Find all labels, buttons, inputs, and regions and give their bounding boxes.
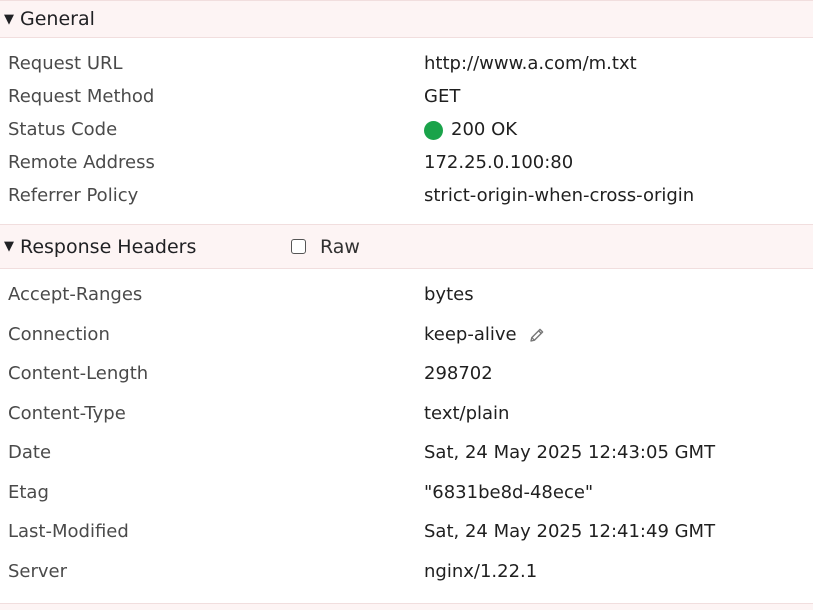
status-code-value: 200 OK (451, 119, 518, 140)
general-row-request-method: Request Method GET (0, 85, 813, 109)
row-value: 172.25.0.100:80 (424, 151, 573, 175)
remote-address-value: 172.25.0.100:80 (424, 152, 574, 173)
date-value: Sat, 24 May 2025 12:43:05 GMT (424, 442, 716, 463)
response-row-content-type: Content-Type text/plain (0, 402, 813, 426)
accept-ranges-value: bytes (424, 284, 474, 305)
row-value: GET (424, 85, 460, 109)
content-type-value: text/plain (424, 403, 510, 424)
referrer-policy-value: strict-origin-when-cross-origin (424, 185, 695, 206)
content-length-value: 298702 (424, 363, 493, 384)
request-method-value: GET (424, 86, 461, 107)
row-key: Server (8, 561, 68, 582)
response-headers-section-header[interactable]: ▼ Response Headers Raw (0, 224, 813, 269)
row-value: "6831be8d-48ece" (424, 481, 593, 505)
request-url-value: http://www.a.com/m.txt (424, 53, 637, 74)
row-key: Referrer Policy (8, 185, 139, 206)
response-row-last-modified: Last-Modified Sat, 24 May 2025 12:41:49 … (0, 520, 813, 544)
general-section-header[interactable]: ▼ General (0, 0, 813, 38)
triangle-down-icon: ▼ (4, 11, 14, 27)
row-key: Etag (8, 482, 49, 503)
row-value: 298702 (424, 362, 493, 386)
row-value: Sat, 24 May 2025 12:43:05 GMT (424, 441, 715, 465)
response-row-etag: Etag "6831be8d-48ece" (0, 481, 813, 505)
general-row-request-url: Request URL http://www.a.com/m.txt (0, 52, 813, 76)
row-key: Connection (8, 324, 110, 345)
row-key: Accept-Ranges (8, 284, 143, 305)
row-value: 200 OK (424, 118, 517, 142)
row-key: Remote Address (8, 152, 155, 173)
raw-checkbox[interactable] (291, 239, 306, 254)
etag-value: "6831be8d-48ece" (424, 482, 594, 503)
row-key: Last-Modified (8, 521, 129, 542)
row-value: text/plain (424, 402, 509, 426)
row-key: Date (8, 442, 52, 463)
pencil-icon[interactable] (527, 325, 547, 345)
row-value: http://www.a.com/m.txt (424, 52, 637, 76)
general-row-status-code: Status Code 200 OK (0, 118, 813, 142)
response-row-content-length: Content-Length 298702 (0, 362, 813, 386)
server-value: nginx/1.22.1 (424, 561, 538, 582)
row-key: Content-Type (8, 403, 126, 424)
row-key: Content-Length (8, 363, 149, 384)
row-value: Sat, 24 May 2025 12:41:49 GMT (424, 520, 715, 544)
row-value: strict-origin-when-cross-origin (424, 184, 694, 208)
response-row-date: Date Sat, 24 May 2025 12:43:05 GMT (0, 441, 813, 465)
triangle-down-icon: ▼ (4, 239, 14, 254)
row-key: Request URL (8, 53, 123, 74)
general-row-remote-address: Remote Address 172.25.0.100:80 (0, 151, 813, 175)
row-key: Request Method (8, 86, 155, 107)
response-headers-section-title: Response Headers (20, 235, 197, 258)
general-row-referrer-policy: Referrer Policy strict-origin-when-cross… (0, 184, 813, 208)
row-value: bytes (424, 283, 474, 307)
response-row-server: Server nginx/1.22.1 (0, 560, 813, 584)
row-value: keep-alive (424, 323, 547, 347)
response-row-connection: Connection keep-alive (0, 323, 813, 347)
raw-label: Raw (320, 235, 360, 258)
connection-value: keep-alive (424, 324, 517, 345)
row-value: nginx/1.22.1 (424, 560, 537, 584)
status-dot-icon (424, 120, 443, 140)
raw-toggle[interactable]: Raw (291, 236, 360, 258)
last-modified-value: Sat, 24 May 2025 12:41:49 GMT (424, 521, 716, 542)
general-section-title: General (20, 8, 95, 30)
response-row-accept-ranges: Accept-Ranges bytes (0, 283, 813, 307)
row-key: Status Code (8, 119, 118, 140)
